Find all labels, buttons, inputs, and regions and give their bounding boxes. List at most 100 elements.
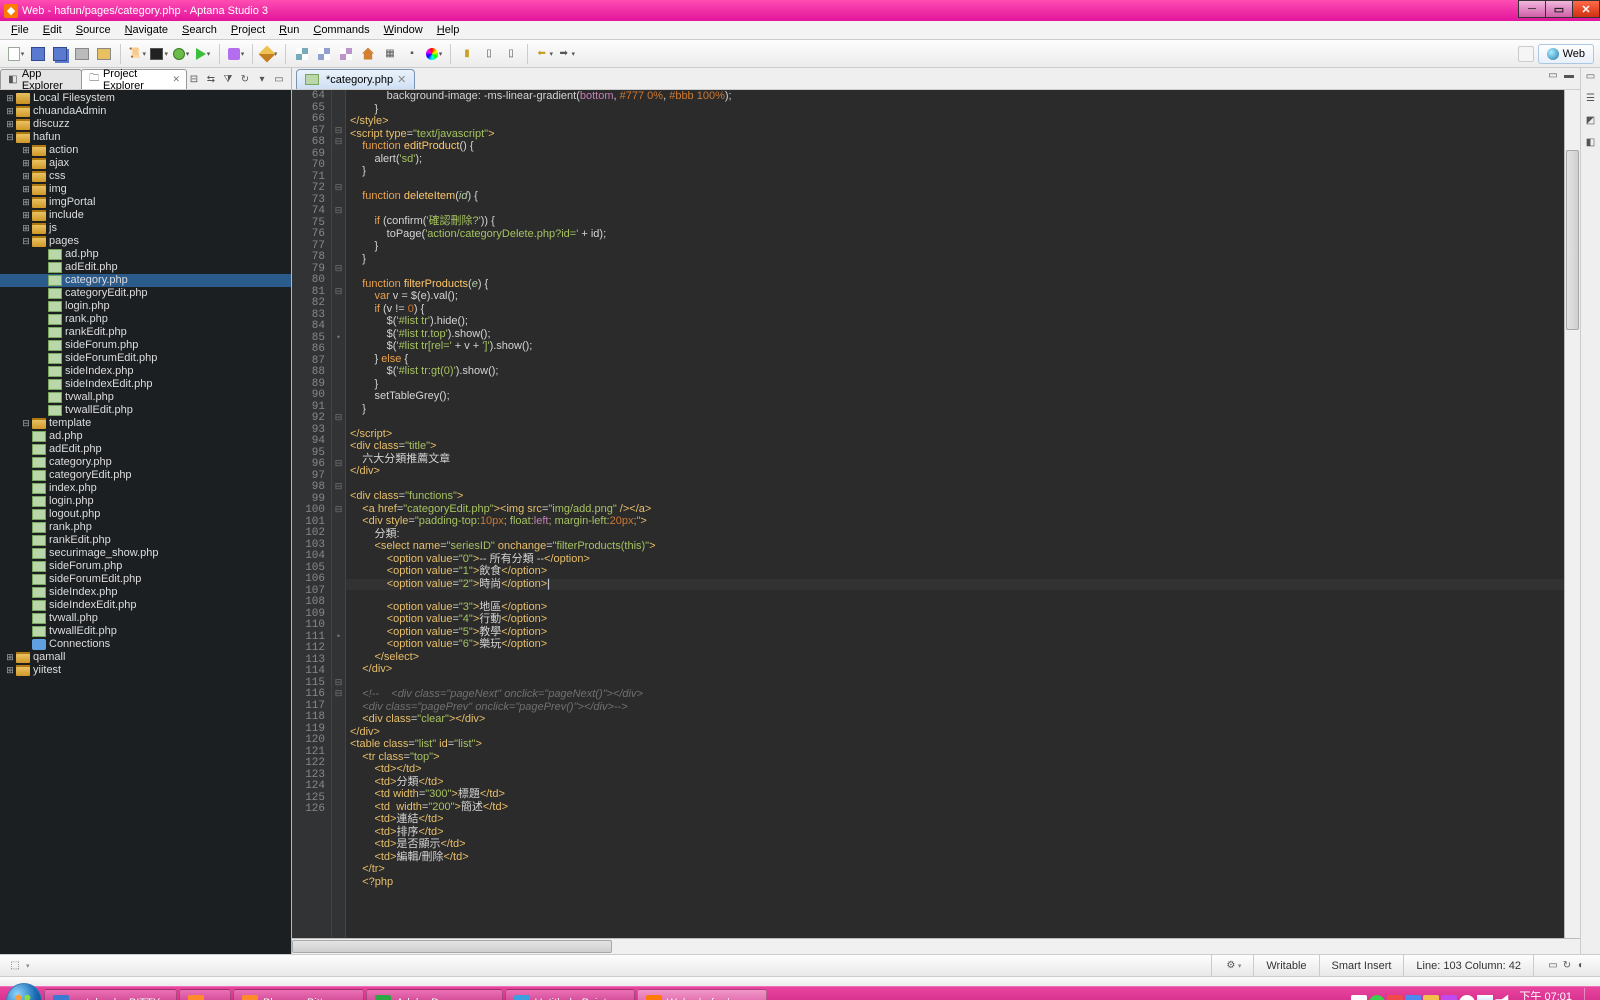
tile1-button[interactable] <box>292 44 312 64</box>
minimize-view-button[interactable]: ▭ <box>271 73 287 89</box>
run-button[interactable] <box>193 44 213 64</box>
tree-item[interactable]: ad.php <box>0 430 291 443</box>
tree-item[interactable]: sideIndexEdit.php <box>0 599 291 612</box>
heap-icon[interactable]: ▭ <box>1546 960 1560 971</box>
view-menu-button[interactable]: ▾ <box>254 73 270 89</box>
tree-item[interactable]: tvwallEdit.php <box>0 404 291 417</box>
taskbar-app[interactable]: Web - hafun/pag... <box>637 989 767 1000</box>
tree-item[interactable]: tvwall.php <box>0 612 291 625</box>
menu-edit[interactable]: Edit <box>36 22 69 38</box>
line-number-gutter[interactable]: 6465666768697071727374757677787980818283… <box>292 90 332 938</box>
collapse-all-button[interactable]: ⊟ <box>186 73 202 89</box>
tab-project-explorer[interactable]: 🗀 Project Explorer ✕ <box>81 69 187 89</box>
vertical-scrollbar[interactable] <box>1564 90 1580 938</box>
forward-button[interactable]: ➡ <box>556 44 576 64</box>
tree-item[interactable]: rankEdit.php <box>0 534 291 547</box>
tree-item[interactable]: categoryEdit.php <box>0 469 291 482</box>
tree-item[interactable]: ad.php <box>0 248 291 261</box>
tray-icon[interactable] <box>1459 995 1475 1000</box>
script-button[interactable]: 📜 <box>127 44 147 64</box>
tree-item[interactable]: index.php <box>0 482 291 495</box>
tray-icon[interactable] <box>1423 995 1439 1000</box>
tree-item[interactable]: sideIndexEdit.php <box>0 378 291 391</box>
tree-item[interactable]: ⊞qamall <box>0 651 291 664</box>
tree-item[interactable]: logout.php <box>0 508 291 521</box>
external-tools-button[interactable] <box>226 44 246 64</box>
menu-source[interactable]: Source <box>69 22 118 38</box>
tray-icon[interactable] <box>1387 995 1403 1000</box>
tree-item[interactable]: tvwallEdit.php <box>0 625 291 638</box>
taskbar-app[interactable]: Blogger: Bitty so ... <box>233 989 364 1000</box>
taskbar-app[interactable] <box>179 989 231 1000</box>
tree-item[interactable]: ⊟hafun <box>0 131 291 144</box>
preview-button[interactable] <box>94 44 114 64</box>
back-button[interactable]: ⬅ <box>534 44 554 64</box>
editor-min-button[interactable]: ▬ <box>1562 69 1576 89</box>
tray-icon[interactable] <box>1369 995 1385 1000</box>
samples-toggle-button[interactable]: ◧ <box>1584 136 1598 154</box>
sync-icon[interactable]: ↻ <box>1560 960 1574 971</box>
tile2-button[interactable] <box>314 44 334 64</box>
save-button[interactable] <box>28 44 48 64</box>
menu-file[interactable]: File <box>4 22 36 38</box>
pencil-button[interactable] <box>259 44 279 64</box>
menu-navigate[interactable]: Navigate <box>118 22 175 38</box>
debug-button[interactable] <box>171 44 191 64</box>
grid-button[interactable]: ▦ <box>380 44 400 64</box>
code-editor[interactable]: background-image: -ms-linear-gradient(bo… <box>346 90 1564 938</box>
tree-item[interactable]: ⊞action <box>0 144 291 157</box>
tree-item[interactable]: category.php <box>0 274 291 287</box>
tree-item[interactable]: login.php <box>0 300 291 313</box>
minimize-button[interactable]: ─ <box>1518 0 1546 18</box>
link-editor-button[interactable]: ⇆ <box>203 73 219 89</box>
show-desktop-button[interactable] <box>1584 988 1594 1000</box>
tree-item[interactable]: securimage_show.php <box>0 547 291 560</box>
menu-project[interactable]: Project <box>224 22 272 38</box>
editor-max-button[interactable]: ▭ <box>1546 69 1560 89</box>
close-icon[interactable]: ✕ <box>172 74 180 85</box>
taskbar-app[interactable]: Untitled - Paint <box>505 989 635 1000</box>
new-button[interactable] <box>6 44 26 64</box>
tree-item[interactable]: ⊞chuandaAdmin <box>0 105 291 118</box>
menu-window[interactable]: Window <box>377 22 430 38</box>
save-all-button[interactable] <box>50 44 70 64</box>
snippets-toggle-button[interactable]: ◩ <box>1584 114 1598 132</box>
tree-item[interactable]: adEdit.php <box>0 261 291 274</box>
tree-item[interactable]: adEdit.php <box>0 443 291 456</box>
terminal-button[interactable] <box>149 44 169 64</box>
home-button[interactable] <box>358 44 378 64</box>
menu-run[interactable]: Run <box>272 22 306 38</box>
filter-button[interactable]: ⧩ <box>220 73 236 89</box>
gear-icon[interactable]: ⚙ <box>1224 960 1238 971</box>
mark1-button[interactable]: ▮ <box>457 44 477 64</box>
tree-item[interactable]: login.php <box>0 495 291 508</box>
menu-help[interactable]: Help <box>430 22 467 38</box>
tree-item[interactable]: sideForumEdit.php <box>0 573 291 586</box>
tab-app-explorer[interactable]: ◧ App Explorer <box>0 69 82 89</box>
square-button[interactable]: ▪ <box>402 44 422 64</box>
tray-icon[interactable] <box>1441 995 1457 1000</box>
tree-item[interactable]: categoryEdit.php <box>0 287 291 300</box>
start-button[interactable] <box>6 983 42 1000</box>
restore-button[interactable]: ▭ <box>1584 70 1598 88</box>
tree-item[interactable]: rankEdit.php <box>0 326 291 339</box>
fold-gutter[interactable]: ⊟⊟⊟⊟⊟⊟•⊟⊟⊟⊟•⊟⊟ <box>332 90 346 938</box>
system-tray[interactable]: ▴ 下午 07:01 2012/8/21 <box>1335 988 1594 1000</box>
tree-item[interactable]: ⊞img <box>0 183 291 196</box>
tree-item[interactable]: rank.php <box>0 521 291 534</box>
menu-commands[interactable]: Commands <box>306 22 376 38</box>
updates-icon[interactable]: ◐ <box>1574 960 1588 971</box>
tree-item[interactable]: ⊞css <box>0 170 291 183</box>
terminal-status-icon[interactable]: ⬚ <box>8 960 22 971</box>
tray-volume-icon[interactable] <box>1495 995 1511 1000</box>
tree-item[interactable]: sideIndex.php <box>0 586 291 599</box>
print-button[interactable] <box>72 44 92 64</box>
tree-item[interactable]: ⊞imgPortal <box>0 196 291 209</box>
close-tab-icon[interactable]: ✕ <box>397 73 406 86</box>
mark3-button[interactable]: ▯ <box>501 44 521 64</box>
open-perspective-button[interactable] <box>1518 46 1534 62</box>
tree-item[interactable]: rank.php <box>0 313 291 326</box>
tree-item[interactable]: sideIndex.php <box>0 365 291 378</box>
color-button[interactable] <box>424 44 444 64</box>
tree-item[interactable]: ⊞Local Filesystem <box>0 92 291 105</box>
